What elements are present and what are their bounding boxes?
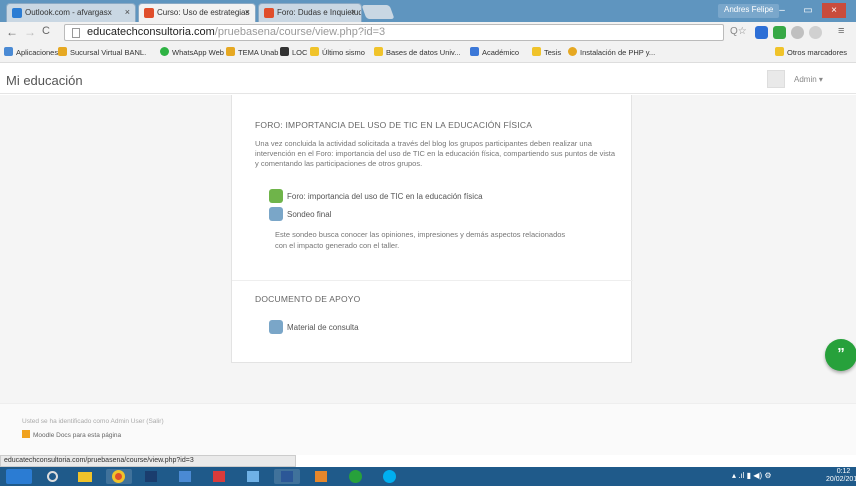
other-bookmarks[interactable]: Otros marcadores <box>775 47 847 57</box>
extension-icon[interactable] <box>755 26 768 39</box>
explorer-taskbar-icon[interactable] <box>72 469 98 484</box>
maximize-icon[interactable]: ▭ <box>796 3 820 18</box>
tab-outlook[interactable]: Outlook.com - afvargasx × <box>6 3 136 22</box>
page-footer: Usted se ha identificado como Admin User… <box>0 403 856 455</box>
browser-tab-strip: Outlook.com - afvargasx × Curso: Uso de … <box>0 0 856 22</box>
close-window-icon[interactable]: × <box>822 3 846 18</box>
bookmark-item[interactable]: TEMA Unab <box>226 47 278 57</box>
close-tab-icon[interactable]: × <box>245 7 250 17</box>
system-tray[interactable]: ▴ .ıl ▮ ◀) ⚙ <box>732 471 772 480</box>
folder-icon <box>532 47 541 56</box>
bookmark-icon <box>280 47 289 56</box>
bookmark-item[interactable]: LOC <box>280 47 307 57</box>
bookmark-item[interactable]: Bases de datos Univ... <box>374 47 460 57</box>
bookmark-item[interactable]: Sucursal Virtual BANL. <box>58 47 146 57</box>
section-divider <box>232 280 633 281</box>
reload-icon[interactable]: C <box>42 25 50 37</box>
new-tab-button[interactable] <box>361 5 395 19</box>
tab-forum[interactable]: Foro: Dudas e Inquietudes × <box>258 3 362 22</box>
moodle-docs-link[interactable]: Moodle Docs para esta página <box>22 430 121 439</box>
whatsapp-icon <box>160 47 169 56</box>
bookmark-item[interactable]: Académico <box>470 47 519 57</box>
address-bar[interactable]: educatechconsultoria.com/pruebasena/cour… <box>64 24 724 41</box>
app-taskbar-icon[interactable] <box>308 469 334 484</box>
tab-course[interactable]: Curso: Uso de estrategias × <box>138 3 256 22</box>
close-tab-icon[interactable]: × <box>125 7 130 17</box>
folder-icon <box>775 47 784 56</box>
back-icon[interactable]: ← <box>6 25 18 39</box>
bookmark-icon <box>310 47 319 56</box>
resource-icon <box>269 320 283 334</box>
bookmarks-bar: Aplicaciones Sucursal Virtual BANL. What… <box>0 43 856 63</box>
extension-icon[interactable] <box>809 26 822 39</box>
forward-icon[interactable]: → <box>24 25 36 39</box>
section-title: FORO: IMPORTANCIA DEL USO DE TIC EN LA E… <box>255 120 533 130</box>
skype-taskbar-icon[interactable] <box>376 469 402 484</box>
app-taskbar-icon[interactable] <box>240 469 266 484</box>
chrome-taskbar-icon[interactable] <box>106 469 132 484</box>
forum-icon <box>269 189 283 203</box>
avatar[interactable] <box>767 70 785 88</box>
page-icon <box>72 28 80 38</box>
bookmark-item[interactable]: Aplicaciones <box>4 47 58 57</box>
word-taskbar-icon[interactable] <box>274 469 300 484</box>
site-name[interactable]: Mi educación <box>6 73 83 88</box>
folder-icon <box>470 47 479 56</box>
hangouts-taskbar-icon[interactable] <box>342 469 368 484</box>
survey-icon <box>269 207 283 221</box>
bookmark-item[interactable]: Tesis <box>532 47 561 57</box>
acrobat-taskbar-icon[interactable] <box>206 469 232 484</box>
app-taskbar-icon[interactable] <box>138 469 164 484</box>
bookmark-item[interactable]: WhatsApp Web <box>160 47 224 57</box>
activity-resource[interactable]: Material de consulta <box>269 320 359 334</box>
moodle-icon <box>144 8 154 18</box>
taskbar: ▴ .ıl ▮ ◀) ⚙ 0:1220/02/2016 <box>0 467 856 486</box>
bookmark-icon <box>58 47 67 56</box>
bookmark-icon <box>226 47 235 56</box>
outlook-taskbar-icon[interactable] <box>6 469 32 484</box>
activity-forum[interactable]: Foro: importancia del uso de TIC en la e… <box>269 189 483 203</box>
chat-button[interactable]: ” <box>825 339 856 371</box>
close-tab-icon[interactable]: × <box>351 7 356 17</box>
chevron-down-icon: ▾ <box>818 75 823 84</box>
bookmark-item[interactable]: Último sismo <box>310 47 365 57</box>
site-header: Mi educación Admin ▾ <box>0 64 856 94</box>
app-taskbar-icon[interactable] <box>172 469 198 484</box>
quote-icon: ” <box>837 345 845 362</box>
user-menu[interactable]: Admin ▾ <box>794 75 823 84</box>
menu-icon[interactable]: ≡ <box>838 25 844 37</box>
outlook-icon <box>12 8 22 18</box>
folder-icon <box>374 47 383 56</box>
search-zoom-icon[interactable]: Q☆ <box>730 26 747 39</box>
apps-icon <box>4 47 13 56</box>
section-summary: Una vez concluida la actividad solicitad… <box>255 139 616 168</box>
bookmark-item[interactable]: Instalación de PHP y... <box>568 47 655 57</box>
search-taskbar-icon[interactable] <box>40 469 66 484</box>
bookmark-icon <box>568 47 577 56</box>
clock[interactable]: 0:1220/02/2016 <box>826 468 856 484</box>
extension-icon[interactable] <box>773 26 786 39</box>
minimize-icon[interactable]: – <box>770 3 794 18</box>
course-content: FORO: IMPORTANCIA DEL USO DE TIC EN LA E… <box>231 95 633 363</box>
section-title: DOCUMENTO DE APOYO <box>255 294 361 304</box>
moodle-icon <box>264 8 274 18</box>
status-bar: educatechconsultoria.com/pruebasena/cour… <box>0 455 296 467</box>
moodle-docs-icon <box>22 430 30 438</box>
browser-toolbar: ← → C educatechconsultoria.com/pruebasen… <box>0 22 856 43</box>
extension-icon[interactable] <box>791 26 804 39</box>
login-info: Usted se ha identificado como Admin User… <box>22 418 164 425</box>
survey-description: Este sondeo busca conocer las opiniones,… <box>275 230 566 250</box>
activity-survey[interactable]: Sondeo final <box>269 207 331 221</box>
